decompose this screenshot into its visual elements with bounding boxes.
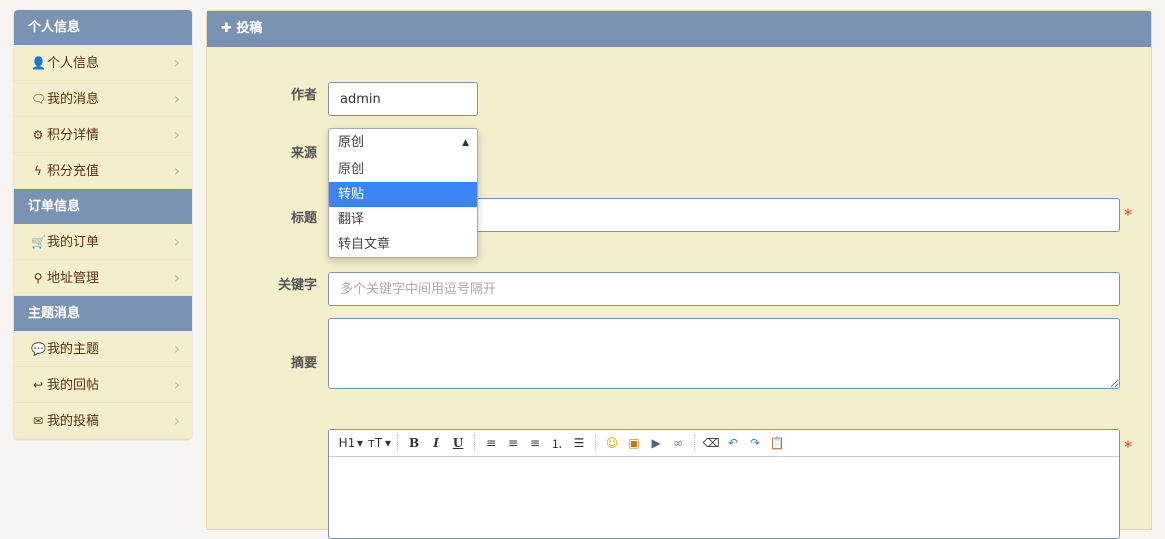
source-label: 来源	[290, 146, 317, 161]
sidebar-item-label: 积分充值	[47, 164, 100, 179]
source-option[interactable]: 原创	[329, 157, 477, 182]
author-input[interactable]	[328, 82, 478, 116]
panel-header: ✚ 投稿	[207, 11, 1151, 47]
abstract-label: 摘要	[290, 356, 317, 371]
paste-icon[interactable]: 📋	[767, 436, 787, 450]
required-mark: *	[1124, 205, 1132, 224]
emoji-icon[interactable]: ☺	[602, 436, 622, 450]
envelope-icon: ✉	[32, 414, 44, 428]
link-icon[interactable]: ∞	[668, 436, 688, 450]
source-option[interactable]: 翻译	[329, 207, 477, 232]
sidebar-item-label: 积分详情	[47, 128, 100, 143]
author-label: 作者	[290, 88, 317, 103]
sidebar-item-label: 我的投稿	[47, 414, 100, 429]
rich-text-editor[interactable]: H1 ▾ тT ▾ B I U ≡ ≡ ≡ ⒈ ☰ ☺ ▣ ▶ ∞ ⌫ ↶ ↷ 📋	[328, 429, 1120, 539]
chevron-right-icon: ›	[173, 232, 180, 251]
sidebar-item-label: 我的回帖	[47, 378, 100, 393]
image-icon[interactable]: ▣	[624, 436, 644, 450]
chevron-right-icon: ›	[173, 125, 180, 144]
selected-value: 原创	[338, 135, 365, 150]
user-icon: 👤	[31, 56, 46, 70]
sidebar-item-profile[interactable]: 👤个人信息 ›	[14, 45, 192, 81]
sidebar-item-label: 地址管理	[47, 271, 100, 286]
unordered-list-icon[interactable]: ☰	[569, 436, 589, 450]
required-mark: *	[1124, 437, 1132, 456]
source-select[interactable]: 原创 ▲ 原创 转贴 翻译 转自文章	[328, 128, 478, 258]
reply-icon: ↩	[32, 378, 44, 392]
sidebar-item-recharge[interactable]: ϟ 积分充值 ›	[14, 153, 192, 189]
video-icon[interactable]: ▶	[646, 436, 666, 450]
ordered-list-icon[interactable]: ⒈	[547, 435, 567, 452]
sidebar-item-replies[interactable]: ↩ 我的回帖 ›	[14, 367, 192, 403]
plus-icon: ✚	[221, 21, 237, 36]
sidebar-item-label: 个人信息	[47, 56, 100, 71]
keywords-label: 关键字	[277, 278, 317, 293]
align-left-icon[interactable]: ≡	[481, 436, 501, 450]
undo-icon[interactable]: ↶	[723, 436, 743, 450]
map-marker-icon: ⚲	[33, 271, 43, 285]
align-right-icon[interactable]: ≡	[525, 436, 545, 450]
chevron-right-icon: ›	[173, 339, 180, 358]
keywords-input[interactable]	[328, 272, 1120, 306]
chevron-right-icon: ›	[173, 53, 180, 72]
sidebar-item-label: 我的订单	[47, 235, 100, 250]
heading-button[interactable]: H1 ▾	[337, 436, 363, 450]
chevron-right-icon: ›	[173, 161, 180, 180]
bolt-icon: ϟ	[34, 164, 42, 178]
panel-title: 投稿	[236, 21, 263, 36]
sidebar-item-messages[interactable]: 🗨我的消息 ›	[14, 81, 192, 117]
submission-panel: ✚ 投稿 作者 来源 原创 ▲ 原创 转贴 翻译 转自文章 标题 * 关键字 摘要…	[206, 10, 1152, 539]
source-option-highlighted[interactable]: 转贴	[329, 182, 477, 207]
eraser-icon[interactable]: ⌫	[701, 436, 721, 450]
sidebar-item-points-detail[interactable]: ⚙ 积分详情 ›	[14, 117, 192, 153]
separator	[397, 435, 399, 451]
sidebar-item-label: 我的消息	[47, 92, 100, 107]
chevron-right-icon: ›	[173, 268, 180, 287]
caret-up-icon: ▲	[462, 138, 469, 148]
sidebar: 个人信息 👤个人信息 › 🗨我的消息 › ⚙ 积分详情 › ϟ 积分充值 › 订单信息 🛒我…	[14, 10, 192, 439]
underline-button[interactable]: U	[448, 436, 468, 450]
sidebar-item-orders[interactable]: 🛒我的订单 ›	[14, 224, 192, 260]
sidebar-group-header: 个人信息	[14, 10, 192, 45]
bold-button[interactable]: B	[404, 436, 424, 450]
cart-icon: 🛒	[31, 235, 46, 249]
source-select-value[interactable]: 原创 ▲	[329, 129, 477, 157]
sidebar-group-header: 订单信息	[14, 189, 192, 224]
comments-icon: 🗨	[31, 92, 47, 106]
italic-button[interactable]: I	[426, 436, 446, 450]
separator	[595, 435, 597, 451]
font-size-button[interactable]: тT ▾	[365, 436, 391, 450]
chevron-right-icon: ›	[173, 411, 180, 430]
align-center-icon[interactable]: ≡	[503, 436, 523, 450]
chevron-right-icon: ›	[173, 375, 180, 394]
redo-icon[interactable]: ↷	[745, 436, 765, 450]
separator	[694, 435, 696, 451]
sidebar-item-topics[interactable]: 💬我的主题 ›	[14, 331, 192, 367]
abstract-textarea[interactable]	[328, 318, 1120, 389]
gear-icon: ⚙	[32, 128, 44, 142]
comment-icon: 💬	[31, 342, 46, 356]
title-label: 标题	[290, 211, 317, 226]
editor-toolbar: H1 ▾ тT ▾ B I U ≡ ≡ ≡ ⒈ ☰ ☺ ▣ ▶ ∞ ⌫ ↶ ↷ 📋	[329, 430, 1119, 457]
chevron-right-icon: ›	[173, 89, 180, 108]
sidebar-group-header: 主题消息	[14, 296, 192, 331]
font-size-label: тT	[367, 436, 383, 450]
heading-label: H1	[338, 436, 356, 450]
sidebar-item-label: 我的主题	[47, 342, 100, 357]
separator	[474, 435, 476, 451]
source-option[interactable]: 转自文章	[329, 232, 477, 257]
sidebar-item-submissions[interactable]: ✉ 我的投稿 ›	[14, 403, 192, 439]
sidebar-item-addresses[interactable]: ⚲ 地址管理 ›	[14, 260, 192, 296]
